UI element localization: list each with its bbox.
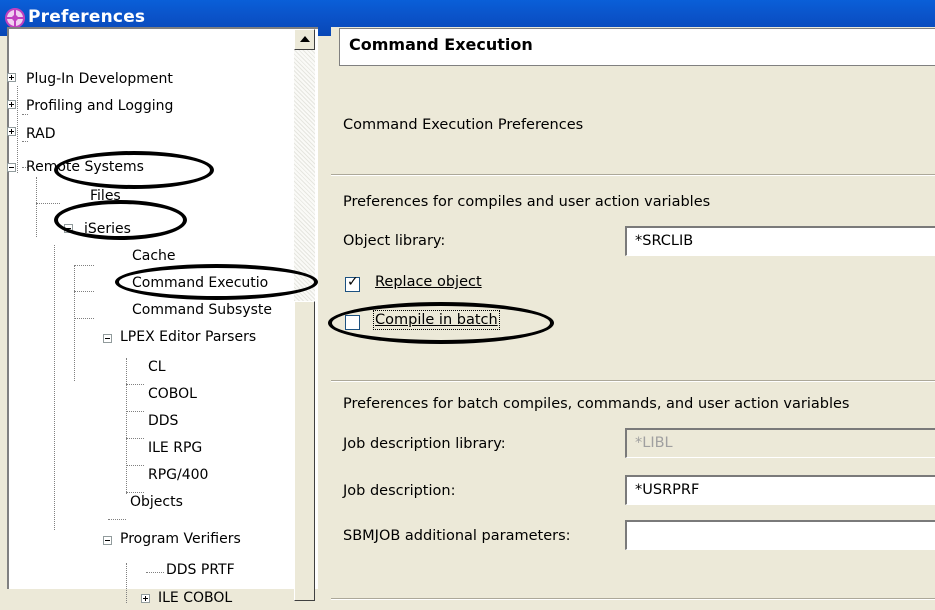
tree-item-cl[interactable]: CL — [148, 357, 166, 377]
collapse-icon[interactable] — [103, 536, 112, 545]
tree-line — [36, 177, 38, 237]
batch-section-heading: Preferences for batch compiles, commands… — [343, 396, 850, 412]
up-arrow-icon — [300, 36, 310, 42]
tree-item-ile-cobol[interactable]: ILE COBOL — [158, 588, 232, 608]
collapse-icon[interactable] — [103, 334, 112, 343]
page-description: Command Execution Preferences — [343, 117, 584, 133]
collapse-icon[interactable] — [7, 163, 16, 172]
preferences-icon — [5, 8, 25, 28]
tree-line — [126, 384, 144, 386]
tree-line — [17, 86, 19, 173]
expand-icon[interactable] — [141, 594, 150, 603]
tree-line — [108, 519, 126, 521]
tree-line — [126, 465, 144, 467]
separator — [331, 380, 935, 382]
job-description-library-label: Job description library: — [343, 436, 506, 452]
annotation-oval — [115, 264, 318, 300]
job-description-input[interactable]: *USRPRF — [625, 475, 935, 505]
tree-line — [74, 265, 76, 381]
page-title: Command Execution — [349, 35, 533, 54]
job-description-label: Job description: — [343, 483, 456, 499]
tree-line — [74, 265, 94, 267]
tree-item-profiling-and-logging[interactable]: Profiling and Logging — [26, 96, 173, 116]
tree-item-cobol[interactable]: COBOL — [148, 384, 197, 404]
tree-line — [126, 358, 128, 494]
scroll-up-button[interactable] — [294, 29, 315, 50]
tree-item-dds-prtf[interactable]: DDS PRTF — [166, 560, 235, 580]
compile-section-heading: Preferences for compiles and user action… — [343, 194, 711, 210]
separator — [331, 174, 935, 176]
object-library-label: Object library: — [343, 233, 446, 249]
job-description-library-input: *LIBL — [625, 428, 935, 458]
tree-line — [74, 291, 94, 293]
scroll-thumb[interactable] — [294, 301, 315, 601]
replace-object-checkbox[interactable]: ✓ — [345, 274, 360, 292]
sbmjob-parameters-label: SBMJOB additional parameters: — [343, 528, 571, 544]
tree-item-dds[interactable]: DDS — [148, 411, 178, 431]
sbmjob-parameters-input[interactable] — [625, 520, 935, 550]
tree-item-program-verifiers[interactable]: Program Verifiers — [120, 529, 241, 549]
annotation-oval — [328, 302, 554, 344]
object-library-input[interactable]: *SRCLIB — [625, 226, 935, 256]
tree-item-objects[interactable]: Objects — [130, 492, 183, 512]
tree-scrollbar[interactable] — [294, 29, 315, 601]
tree-line — [146, 572, 164, 574]
annotation-oval — [54, 200, 187, 240]
tree-line — [126, 438, 144, 440]
expand-icon[interactable] — [7, 127, 16, 136]
replace-object-label[interactable]: Replace object — [375, 274, 482, 290]
expand-icon[interactable] — [7, 73, 16, 82]
separator — [331, 598, 935, 600]
expand-icon[interactable] — [7, 100, 16, 109]
tree-line — [74, 318, 94, 320]
page-header: Command Execution — [339, 28, 935, 66]
window-title: Preferences — [28, 7, 146, 27]
tree-item-rpg400[interactable]: RPG/400 — [148, 465, 208, 485]
annotation-oval — [54, 151, 214, 189]
tree-item-rad[interactable]: RAD — [26, 124, 56, 144]
tree-item-lpex-editor-parsers[interactable]: LPEX Editor Parsers — [120, 327, 256, 347]
checkmark-icon: ✓ — [347, 274, 359, 290]
tree-item-cache[interactable]: Cache — [132, 246, 176, 266]
tree-line — [54, 245, 56, 530]
tree-line — [36, 203, 60, 205]
tree-item-command-subsystems[interactable]: Command Subsyste — [132, 300, 272, 320]
tree-item-plug-in-development[interactable]: Plug-In Development — [26, 69, 173, 89]
tree-item-ile-rpg[interactable]: ILE RPG — [148, 438, 202, 458]
tree-line — [126, 563, 128, 603]
tree-line — [126, 411, 144, 413]
